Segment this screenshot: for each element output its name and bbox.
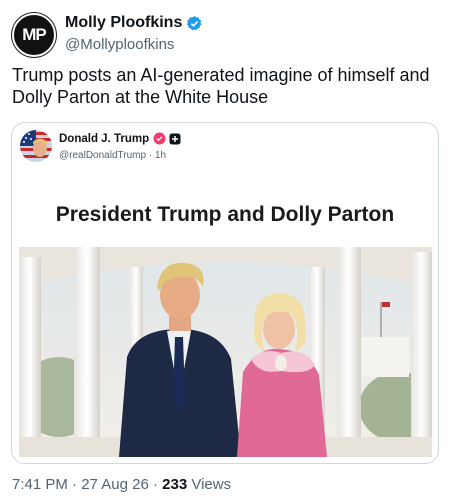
quoted-image-headline: President Trump and Dolly Parton bbox=[55, 203, 395, 226]
quoted-display-name-row: Donald J. Trump bbox=[59, 132, 181, 145]
tweet-header: MP Molly Ploofkins @Mollyploofkins bbox=[12, 13, 203, 57]
avatar[interactable]: MP bbox=[12, 13, 56, 57]
tweet-text: Trump posts an AI-generated imagine of h… bbox=[12, 65, 430, 107]
quoted-handle-time[interactable]: @realDonaldTrump · 1h bbox=[59, 150, 166, 161]
verified-badge-icon bbox=[187, 15, 202, 30]
affiliate-badge-icon bbox=[169, 133, 181, 144]
verified-badge-icon bbox=[153, 132, 166, 145]
quoted-display-name[interactable]: Donald J. Trump bbox=[59, 133, 149, 145]
meta-separator: · bbox=[72, 476, 78, 493]
tweet-time[interactable]: 7:41 PM bbox=[12, 476, 68, 493]
meta-separator: · bbox=[152, 476, 158, 493]
quoted-image[interactable] bbox=[19, 247, 432, 457]
views-label: Views bbox=[191, 476, 232, 493]
views-count: 233 bbox=[162, 476, 188, 493]
quoted-tweet-card[interactable]: Donald J. Trump @realDonaldTrump · 1h Pr… bbox=[11, 122, 439, 464]
tweet-date[interactable]: 27 Aug 26 bbox=[81, 476, 149, 493]
author-names: Molly Ploofkins @Mollyploofkins bbox=[65, 14, 203, 57]
trump-dolly-portrait-illustration bbox=[19, 247, 432, 457]
quoted-avatar-image bbox=[20, 130, 52, 162]
author-display-name[interactable]: Molly Ploofkins bbox=[65, 14, 182, 32]
author-handle[interactable]: @Mollyploofkins bbox=[65, 36, 203, 53]
quoted-avatar[interactable] bbox=[20, 130, 52, 162]
author-display-name-row: Molly Ploofkins bbox=[65, 14, 203, 32]
tweet-meta: 7:41 PM · 27 Aug 26 · 233 Views bbox=[12, 476, 231, 493]
